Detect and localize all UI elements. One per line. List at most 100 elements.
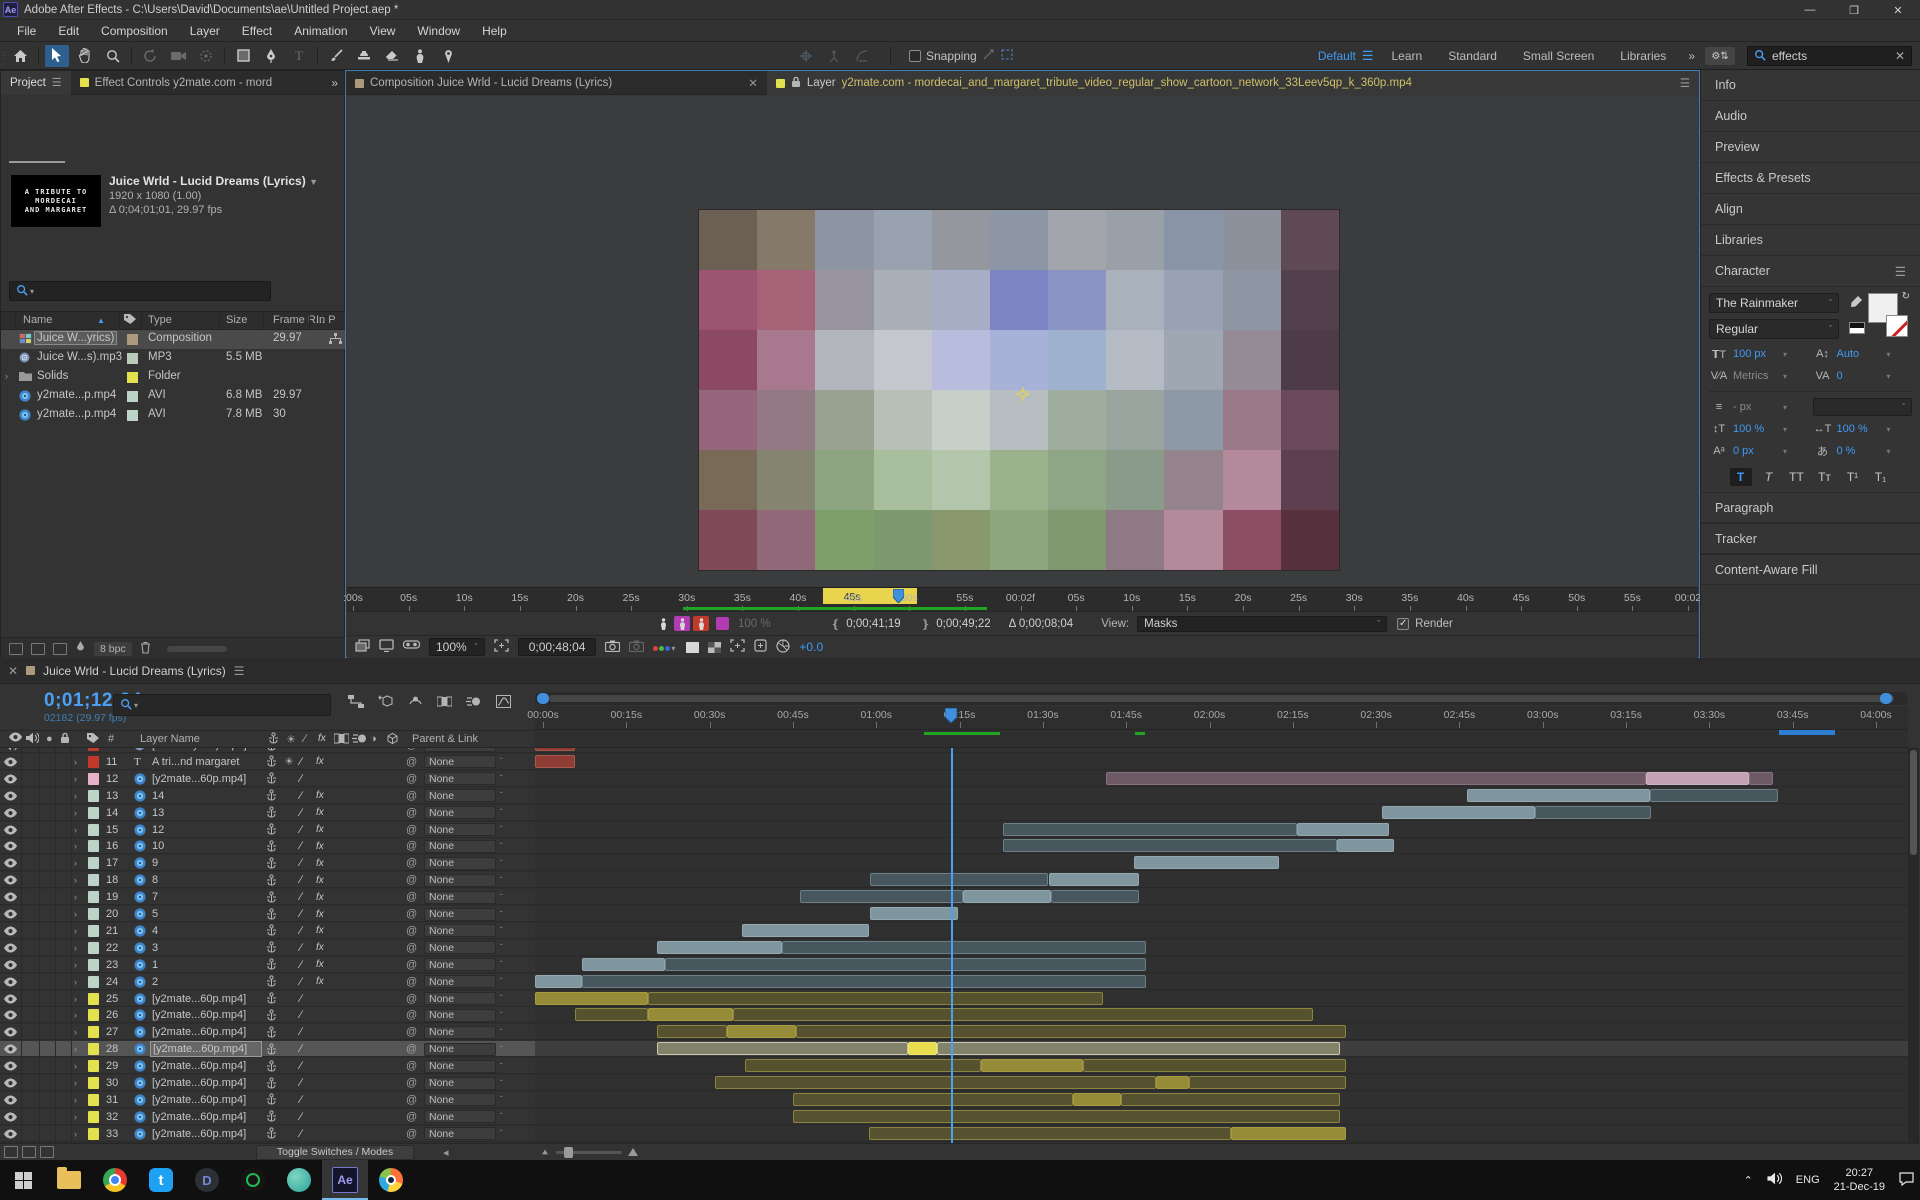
audio-cell[interactable] xyxy=(22,1024,40,1040)
clear-search-icon[interactable]: ✕ xyxy=(1895,49,1905,63)
audio-cell[interactable] xyxy=(22,872,40,888)
solid-background-icon[interactable] xyxy=(686,642,699,653)
parent-pickwhip-icon[interactable]: @ xyxy=(406,805,417,821)
layer-track-32[interactable] xyxy=(535,1109,1908,1125)
quality-switch[interactable]: ∕ xyxy=(300,1058,302,1074)
menu-edit[interactable]: Edit xyxy=(47,24,90,38)
layer-track-10[interactable] xyxy=(535,748,1908,753)
help-search-box[interactable]: effects ✕ xyxy=(1747,46,1912,66)
shy-switch[interactable] xyxy=(266,748,277,753)
label-swatch[interactable] xyxy=(88,855,99,871)
vertical-scale-value[interactable]: 100 % xyxy=(1733,423,1779,435)
audio-cell[interactable] xyxy=(22,991,40,1007)
layer-name[interactable]: 14 xyxy=(152,788,264,804)
roto-view-icon[interactable] xyxy=(655,616,671,631)
panel-paragraph[interactable]: Paragraph xyxy=(1701,492,1920,523)
audio-cell[interactable] xyxy=(22,1092,40,1108)
track-motion-icon[interactable] xyxy=(822,45,846,67)
shy-switch[interactable] xyxy=(266,923,277,939)
parent-pickwhip-icon[interactable]: @ xyxy=(406,957,417,973)
label-swatch[interactable] xyxy=(88,838,99,854)
action-center-icon[interactable] xyxy=(1899,1172,1914,1189)
new-folder-icon[interactable] xyxy=(31,643,45,655)
audio-cell[interactable] xyxy=(22,889,40,905)
parent-dropdown[interactable]: Noneˇ xyxy=(424,1058,503,1074)
view-mode-dropdown[interactable]: Masksˆ xyxy=(1137,616,1387,632)
layer-track-23[interactable] xyxy=(535,957,1908,973)
panel-info[interactable]: Info xyxy=(1701,70,1920,101)
lock-cell[interactable] xyxy=(56,754,72,770)
menu-layer[interactable]: Layer xyxy=(179,24,231,38)
project-settings-icon[interactable] xyxy=(75,641,86,656)
layer-bar-segment[interactable] xyxy=(1106,772,1646,785)
playhead-marker[interactable] xyxy=(945,708,957,726)
layer-bar-segment[interactable] xyxy=(908,1042,937,1055)
panel-menu-icon[interactable]: ☰ xyxy=(1895,264,1906,279)
snapping-checkbox[interactable] xyxy=(909,50,921,62)
parent-pickwhip-icon[interactable]: @ xyxy=(406,748,417,753)
render-checkbox[interactable]: ✓ xyxy=(1397,618,1409,630)
layer-bar-segment[interactable] xyxy=(715,1076,1156,1089)
parent-pickwhip-icon[interactable]: @ xyxy=(406,923,417,939)
solo-cell[interactable] xyxy=(40,974,56,990)
pen-tool[interactable] xyxy=(259,45,283,67)
parent-pickwhip-icon[interactable]: @ xyxy=(406,974,417,990)
matte-opacity[interactable]: 100 % xyxy=(738,618,771,630)
solo-cell[interactable] xyxy=(40,1024,56,1040)
lock-cell[interactable] xyxy=(56,838,72,854)
layer-track-28[interactable] xyxy=(535,1041,1908,1057)
layer-track-21[interactable] xyxy=(535,923,1908,939)
expand-arrow-icon[interactable]: › xyxy=(74,771,86,787)
layer-playhead[interactable] xyxy=(893,589,904,603)
shy-switch[interactable] xyxy=(266,1041,277,1057)
graph-editor-icon[interactable] xyxy=(496,695,511,711)
layer-row-17[interactable]: ›179∕fx@Noneˇ xyxy=(0,855,535,871)
layer-bar-segment[interactable] xyxy=(1650,789,1778,802)
bit-depth-badge[interactable]: 8 bpc xyxy=(94,642,132,656)
expand-arrow-icon[interactable]: › xyxy=(74,957,86,973)
layer-bar-segment[interactable] xyxy=(582,975,1146,988)
lock-cell[interactable] xyxy=(56,822,72,838)
expand-arrow-icon[interactable]: › xyxy=(74,872,86,888)
layer-bar-segment[interactable] xyxy=(1231,1127,1346,1140)
parent-pickwhip-icon[interactable]: @ xyxy=(406,1007,417,1023)
layer-bar-segment[interactable] xyxy=(1003,823,1297,836)
timeline-vertical-scrollbar[interactable] xyxy=(1908,748,1919,1143)
video-toggle[interactable] xyxy=(0,822,22,838)
shy-switch[interactable] xyxy=(266,1109,277,1125)
layer-name[interactable]: [y2mate...60p.mp4] xyxy=(152,1058,264,1074)
new-composition-icon[interactable] xyxy=(53,643,67,655)
quality-switch[interactable]: ∕ xyxy=(300,748,302,753)
label-swatch[interactable] xyxy=(88,1126,99,1142)
layer-track-19[interactable] xyxy=(535,889,1908,905)
layer-track-13[interactable] xyxy=(535,788,1908,804)
label-swatch[interactable] xyxy=(88,771,99,787)
label-swatch[interactable] xyxy=(88,1024,99,1040)
lock-cell[interactable] xyxy=(56,1075,72,1091)
label-swatch[interactable] xyxy=(88,974,99,990)
motion-blur-icon[interactable] xyxy=(466,695,482,711)
channels-icon[interactable]: ▾ xyxy=(653,640,677,654)
expand-arrow-icon[interactable]: › xyxy=(74,1058,86,1074)
layer-time-ruler[interactable]: 45s:00s05s10s15s20s25s30s35s40s45s50s55s… xyxy=(347,587,1698,611)
solo-cell[interactable] xyxy=(40,1126,56,1142)
region-of-interest-icon[interactable] xyxy=(494,639,509,655)
parent-dropdown[interactable]: Noneˇ xyxy=(424,1041,503,1057)
in-point-icon[interactable]: ❴ xyxy=(831,617,841,631)
layer-track-20[interactable] xyxy=(535,906,1908,922)
video-toggle[interactable] xyxy=(0,991,22,1007)
fx-switch[interactable]: fx xyxy=(316,754,324,770)
parent-dropdown[interactable]: Noneˇ xyxy=(424,771,503,787)
label-swatch[interactable] xyxy=(88,822,99,838)
quality-switch[interactable]: ∕ xyxy=(300,1007,302,1023)
solo-cell[interactable] xyxy=(40,957,56,973)
label-swatch[interactable] xyxy=(88,788,99,804)
exposure-region-icon[interactable] xyxy=(730,639,745,655)
layer-bar-segment[interactable] xyxy=(1646,772,1749,785)
shy-switch[interactable] xyxy=(266,1058,277,1074)
font-size-value[interactable]: 100 px xyxy=(1733,348,1779,360)
quality-switch[interactable]: ∕ xyxy=(300,1126,302,1142)
comp-name[interactable]: Juice Wrld - Lucid Dreams (Lyrics) ▼ xyxy=(109,174,318,189)
parent-dropdown[interactable]: Noneˇ xyxy=(424,838,503,854)
hide-shy-layers-icon[interactable] xyxy=(408,695,423,711)
